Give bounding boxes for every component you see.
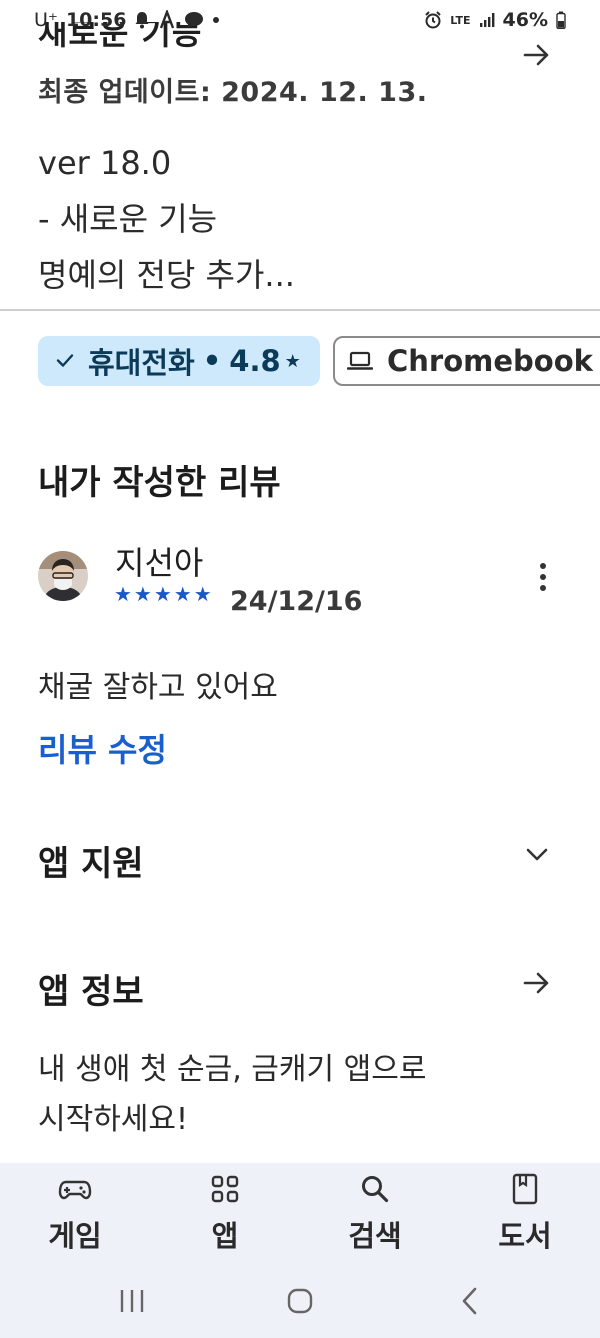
network-type: LTE — [450, 13, 471, 27]
nav-label: 게임 — [48, 1219, 102, 1253]
chip-label: 휴대전화 — [88, 346, 195, 380]
search-icon — [362, 1176, 389, 1203]
app-info-title[interactable]: 앱 정보 — [38, 964, 144, 1013]
apps-grid-icon — [211, 1175, 239, 1203]
device-chip-chromebook[interactable]: Chromebook — [333, 336, 600, 386]
chip-separator: • — [202, 344, 222, 378]
system-navigation-bar — [0, 1263, 600, 1338]
arrow-right-icon[interactable] — [520, 38, 554, 72]
notification-app-icon — [158, 10, 176, 30]
more-notifications-dot-icon — [212, 16, 220, 24]
my-review-title: 내가 작성한 리뷰 — [38, 463, 281, 503]
recent-apps-icon[interactable] — [112, 1281, 152, 1321]
nav-item-books[interactable]: 도서 — [450, 1163, 600, 1263]
chip-label: Chromebook — [387, 344, 593, 378]
review-date: 24/12/16 — [230, 586, 363, 617]
review-text: 채굴 잘하고 있어요 — [38, 670, 278, 705]
last-updated: 최종 업데이트: 2024. 12. 13. — [38, 77, 428, 108]
rating-stars: ★★★★★ — [114, 582, 214, 606]
nav-label: 검색 — [348, 1219, 402, 1253]
release-note-line: ver 18.0 — [38, 144, 172, 182]
signal-icon — [479, 12, 495, 28]
nav-item-games[interactable]: 게임 — [0, 1163, 150, 1263]
battery-icon — [556, 11, 566, 29]
status-bar: U⁺ 10:56 LTE 46% — [0, 0, 600, 40]
app-description: 내 생애 첫 순금, 금캐기 앱으로 시작하세요! — [38, 1045, 426, 1145]
chip-rating: 4.8 — [229, 344, 281, 378]
avatar — [38, 551, 88, 601]
description-line: 내 생애 첫 순금, 금캐기 앱으로 — [38, 1052, 427, 1087]
release-note-line: - 새로운 기능 — [38, 200, 218, 238]
nav-item-search[interactable]: 검색 — [300, 1163, 450, 1263]
section-divider — [0, 309, 600, 311]
battery-percent: 46% — [502, 9, 548, 31]
description-line: 시작하세요! — [38, 1102, 189, 1137]
bell-icon — [134, 11, 150, 29]
nav-label: 앱 — [211, 1219, 239, 1253]
nav-item-apps[interactable]: 앱 — [150, 1163, 300, 1263]
star-icon: ★ — [284, 350, 301, 372]
alarm-icon — [424, 11, 442, 29]
release-notes: ver 18.0 - 새로운 기능 명예의 전당 추가... — [38, 135, 295, 303]
status-left: U⁺ 10:56 — [34, 9, 220, 31]
gamepad-icon — [58, 1180, 92, 1200]
arrow-right-icon[interactable] — [520, 966, 554, 1000]
bottom-navigation: 게임 앱 검색 도서 — [0, 1163, 600, 1263]
status-right: LTE 46% — [424, 9, 566, 31]
device-chip-phone[interactable]: 휴대전화 • 4.8 ★ — [38, 336, 320, 386]
carrier-label: U⁺ — [34, 9, 58, 31]
more-vert-icon[interactable] — [530, 561, 556, 593]
chat-bubble-icon — [184, 11, 204, 29]
edit-review-link[interactable]: 리뷰 수정 — [38, 725, 167, 771]
laptop-icon — [347, 350, 373, 372]
nav-label: 도서 — [498, 1219, 552, 1253]
home-icon[interactable] — [280, 1281, 320, 1321]
book-icon — [512, 1173, 538, 1205]
chevron-down-icon[interactable] — [520, 837, 554, 871]
check-icon — [54, 344, 76, 378]
clock: 10:56 — [65, 9, 127, 31]
release-note-line: 명예의 전당 추가... — [38, 256, 295, 294]
app-support-title[interactable]: 앱 지원 — [38, 836, 144, 885]
reviewer-name: 지선아 — [115, 544, 204, 582]
back-icon[interactable] — [450, 1281, 490, 1321]
